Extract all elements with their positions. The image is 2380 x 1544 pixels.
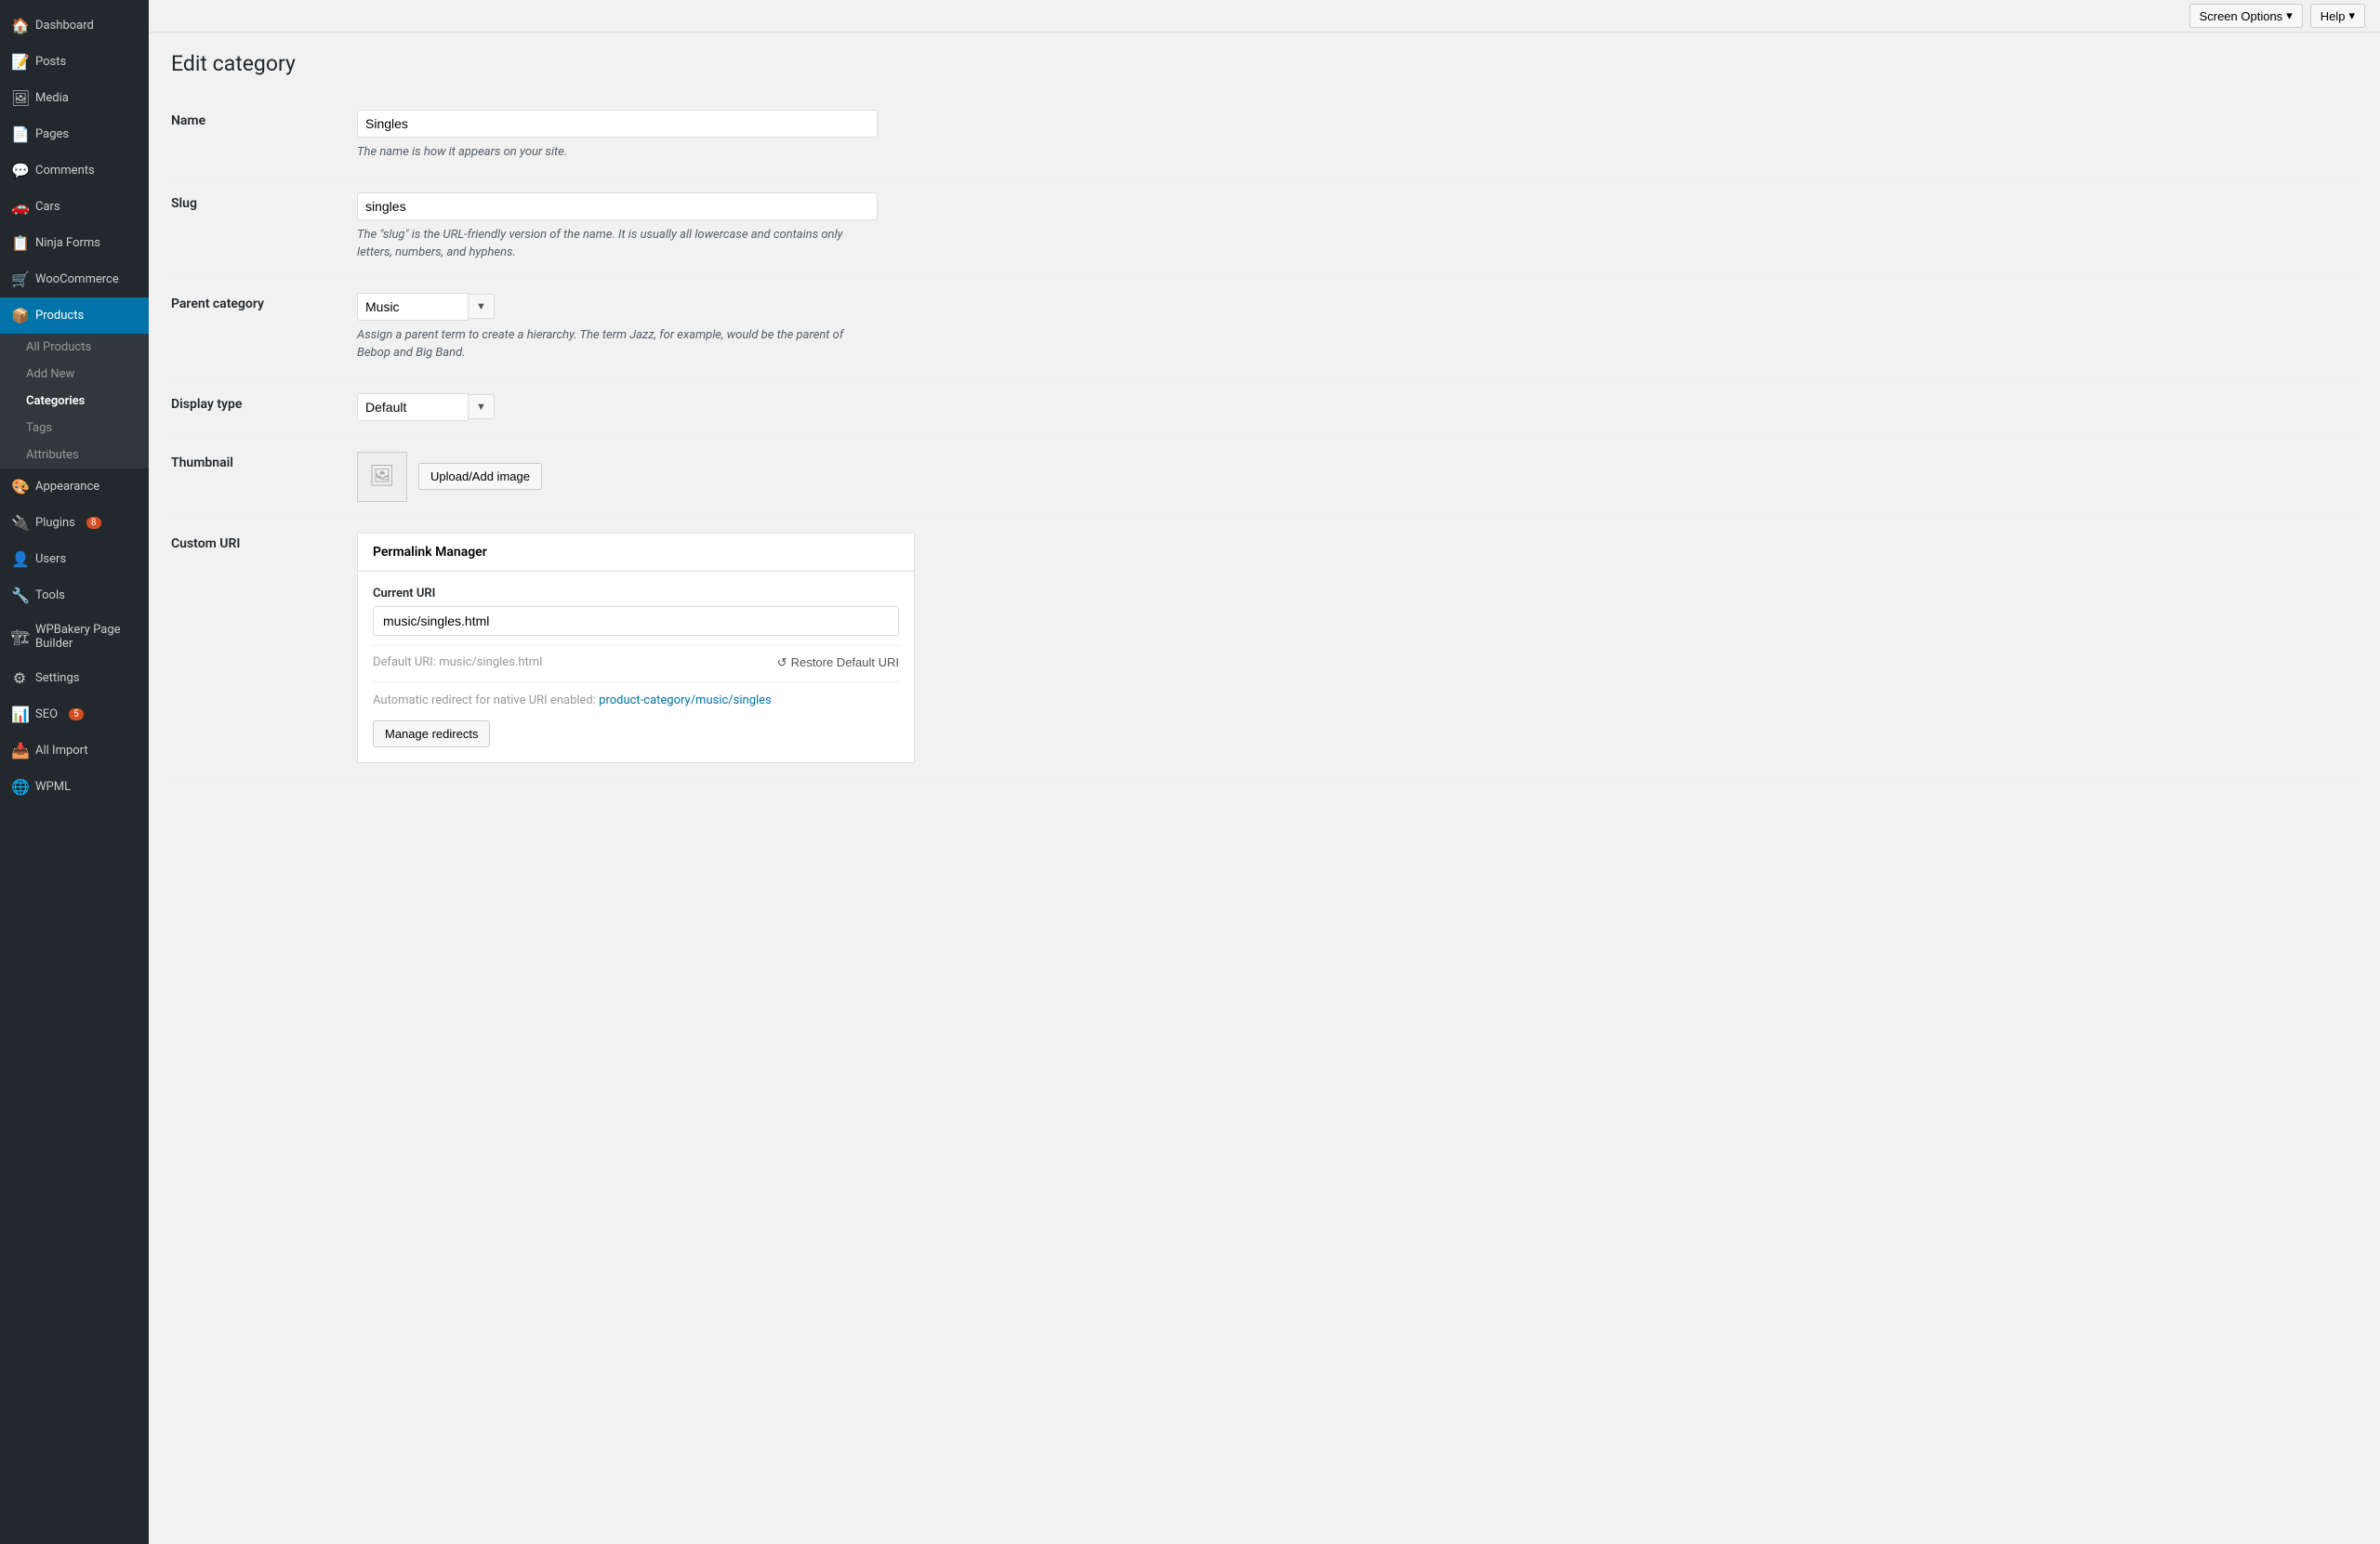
permalink-manager-body: Current URI Default URI: music/singles.h… bbox=[358, 572, 914, 762]
name-input[interactable] bbox=[357, 110, 878, 138]
posts-icon: 📝 bbox=[11, 53, 28, 71]
all-import-icon: 📥 bbox=[11, 742, 28, 759]
sidebar-item-plugins[interactable]: 🔌 Plugins 8 bbox=[0, 505, 149, 541]
dashboard-icon: 🏠 bbox=[11, 17, 28, 34]
page-title: Edit category bbox=[171, 51, 2358, 76]
wpbakery-icon: 🏗 bbox=[11, 628, 28, 646]
plugins-icon: 🔌 bbox=[11, 514, 28, 532]
manage-redirects-button[interactable]: Manage redirects bbox=[373, 720, 490, 747]
submenu-attributes[interactable]: Attributes bbox=[0, 442, 149, 468]
custom-uri-label: Custom URI bbox=[171, 517, 357, 778]
parent-category-label: Parent category bbox=[171, 277, 357, 377]
current-uri-input[interactable] bbox=[373, 606, 899, 636]
appearance-icon: 🎨 bbox=[11, 478, 28, 495]
sidebar-item-seo[interactable]: 📊 SEO 5 bbox=[0, 696, 149, 732]
default-uri-text: Default URI: music/singles.html bbox=[373, 655, 542, 669]
parent-category-cell: Music ▼ Assign a parent term to create a… bbox=[357, 277, 2358, 377]
media-icon: 🖼 bbox=[11, 89, 28, 107]
submenu-all-products[interactable]: All Products bbox=[0, 334, 149, 361]
display-type-row: Display type Default ▼ bbox=[171, 377, 2358, 436]
parent-select-wrap: Music ▼ bbox=[357, 293, 2358, 321]
chevron-down-icon-help: ▾ bbox=[2348, 8, 2355, 23]
display-select-arrow[interactable]: ▼ bbox=[469, 394, 495, 419]
sidebar-item-comments[interactable]: 💬 Comments bbox=[0, 152, 149, 189]
sidebar-item-wpml[interactable]: 🌐 WPML bbox=[0, 769, 149, 805]
sidebar-item-dashboard[interactable]: 🏠 Dashboard bbox=[0, 7, 149, 44]
sidebar-item-cars[interactable]: 🚗 Cars bbox=[0, 189, 149, 225]
ninja-forms-icon: 📋 bbox=[11, 234, 28, 252]
form-table: Name The name is how it appears on your … bbox=[171, 95, 2358, 779]
products-icon: 📦 bbox=[11, 307, 28, 324]
seo-badge: 5 bbox=[69, 708, 84, 720]
name-description: The name is how it appears on your site. bbox=[357, 143, 878, 162]
thumbnail-area: 🖼 Upload/Add image bbox=[357, 452, 2358, 502]
sidebar-item-all-import[interactable]: 📥 All Import bbox=[0, 732, 149, 769]
slug-label: Slug bbox=[171, 177, 357, 277]
cars-icon: 🚗 bbox=[11, 198, 28, 216]
wpml-icon: 🌐 bbox=[11, 778, 28, 796]
sidebar-item-settings[interactable]: ⚙ Settings bbox=[0, 660, 149, 696]
submenu-add-new[interactable]: Add New bbox=[0, 361, 149, 388]
seo-icon: 📊 bbox=[11, 706, 28, 723]
parent-description: Assign a parent term to create a hierarc… bbox=[357, 326, 878, 363]
screen-options-button[interactable]: Screen Options ▾ bbox=[2189, 4, 2303, 28]
parent-category-select[interactable]: Music bbox=[357, 293, 469, 321]
submenu-categories[interactable]: Categories bbox=[0, 388, 149, 415]
name-cell: The name is how it appears on your site. bbox=[357, 95, 2358, 177]
woocommerce-icon: 🛒 bbox=[11, 271, 28, 288]
content-area: Edit category Name The name is how it ap… bbox=[149, 33, 2380, 1544]
slug-description: The "slug" is the URL-friendly version o… bbox=[357, 226, 878, 262]
parent-category-row: Parent category Music ▼ Assign a parent … bbox=[171, 277, 2358, 377]
products-submenu: All Products Add New Categories Tags Att… bbox=[0, 334, 149, 468]
chevron-down-icon: ▾ bbox=[2286, 8, 2293, 23]
redirect-link[interactable]: product-category/music/singles bbox=[599, 693, 772, 707]
sidebar-item-woocommerce[interactable]: 🛒 WooCommerce bbox=[0, 261, 149, 297]
slug-row: Slug The "slug" is the URL-friendly vers… bbox=[171, 177, 2358, 277]
sidebar-item-ninja-forms[interactable]: 📋 Ninja Forms bbox=[0, 225, 149, 261]
custom-uri-row: Custom URI Permalink Manager Current URI… bbox=[171, 517, 2358, 778]
display-select-wrap: Default ▼ bbox=[357, 393, 2358, 421]
tools-icon: 🔧 bbox=[11, 587, 28, 604]
parent-select-arrow[interactable]: ▼ bbox=[469, 294, 495, 319]
sidebar-item-users[interactable]: 👤 Users bbox=[0, 541, 149, 577]
sidebar-item-pages[interactable]: 📄 Pages bbox=[0, 116, 149, 152]
name-label: Name bbox=[171, 95, 357, 177]
permalink-manager-box: Permalink Manager Current URI Default UR… bbox=[357, 533, 915, 763]
custom-uri-cell: Permalink Manager Current URI Default UR… bbox=[357, 517, 2358, 778]
comments-icon: 💬 bbox=[11, 162, 28, 179]
pages-icon: 📄 bbox=[11, 125, 28, 143]
plugins-badge: 8 bbox=[86, 517, 101, 529]
permalink-manager-title: Permalink Manager bbox=[358, 534, 914, 572]
sidebar-item-media[interactable]: 🖼 Media bbox=[0, 80, 149, 116]
name-row: Name The name is how it appears on your … bbox=[171, 95, 2358, 177]
thumbnail-label: Thumbnail bbox=[171, 436, 357, 517]
thumbnail-row: Thumbnail 🖼 Upload/Add image bbox=[171, 436, 2358, 517]
submenu-tags[interactable]: Tags bbox=[0, 415, 149, 442]
sidebar-item-products[interactable]: 📦 Products bbox=[0, 297, 149, 334]
settings-icon: ⚙ bbox=[11, 669, 28, 687]
thumbnail-cell: 🖼 Upload/Add image bbox=[357, 436, 2358, 517]
slug-input[interactable] bbox=[357, 192, 878, 220]
sidebar-item-posts[interactable]: 📝 Posts bbox=[0, 44, 149, 80]
current-uri-label: Current URI bbox=[373, 587, 899, 600]
display-type-select[interactable]: Default bbox=[357, 393, 469, 421]
topbar: Screen Options ▾ Help ▾ bbox=[149, 0, 2380, 33]
sidebar-item-appearance[interactable]: 🎨 Appearance bbox=[0, 468, 149, 505]
redirect-info-row: Automatic redirect for native URI enable… bbox=[373, 681, 899, 707]
default-uri-row: Default URI: music/singles.html ↺ Restor… bbox=[373, 645, 899, 670]
slug-cell: The "slug" is the URL-friendly version o… bbox=[357, 177, 2358, 277]
sidebar-item-wpbakery[interactable]: 🏗 WPBakery Page Builder bbox=[0, 614, 149, 660]
restore-default-uri-button[interactable]: ↺ Restore Default URI bbox=[777, 655, 899, 670]
display-type-label: Display type bbox=[171, 377, 357, 436]
restore-icon: ↺ bbox=[777, 655, 787, 670]
sidebar-item-tools[interactable]: 🔧 Tools bbox=[0, 577, 149, 614]
display-type-cell: Default ▼ bbox=[357, 377, 2358, 436]
users-icon: 👤 bbox=[11, 550, 28, 568]
help-button[interactable]: Help ▾ bbox=[2310, 4, 2365, 28]
image-icon: 🖼 bbox=[369, 465, 395, 488]
thumbnail-placeholder: 🖼 bbox=[357, 452, 407, 502]
sidebar: 🏠 Dashboard 📝 Posts 🖼 Media 📄 Pages 💬 Co… bbox=[0, 0, 149, 1544]
main-area: Screen Options ▾ Help ▾ Edit category Na… bbox=[149, 0, 2380, 1544]
upload-image-button[interactable]: Upload/Add image bbox=[418, 463, 542, 490]
